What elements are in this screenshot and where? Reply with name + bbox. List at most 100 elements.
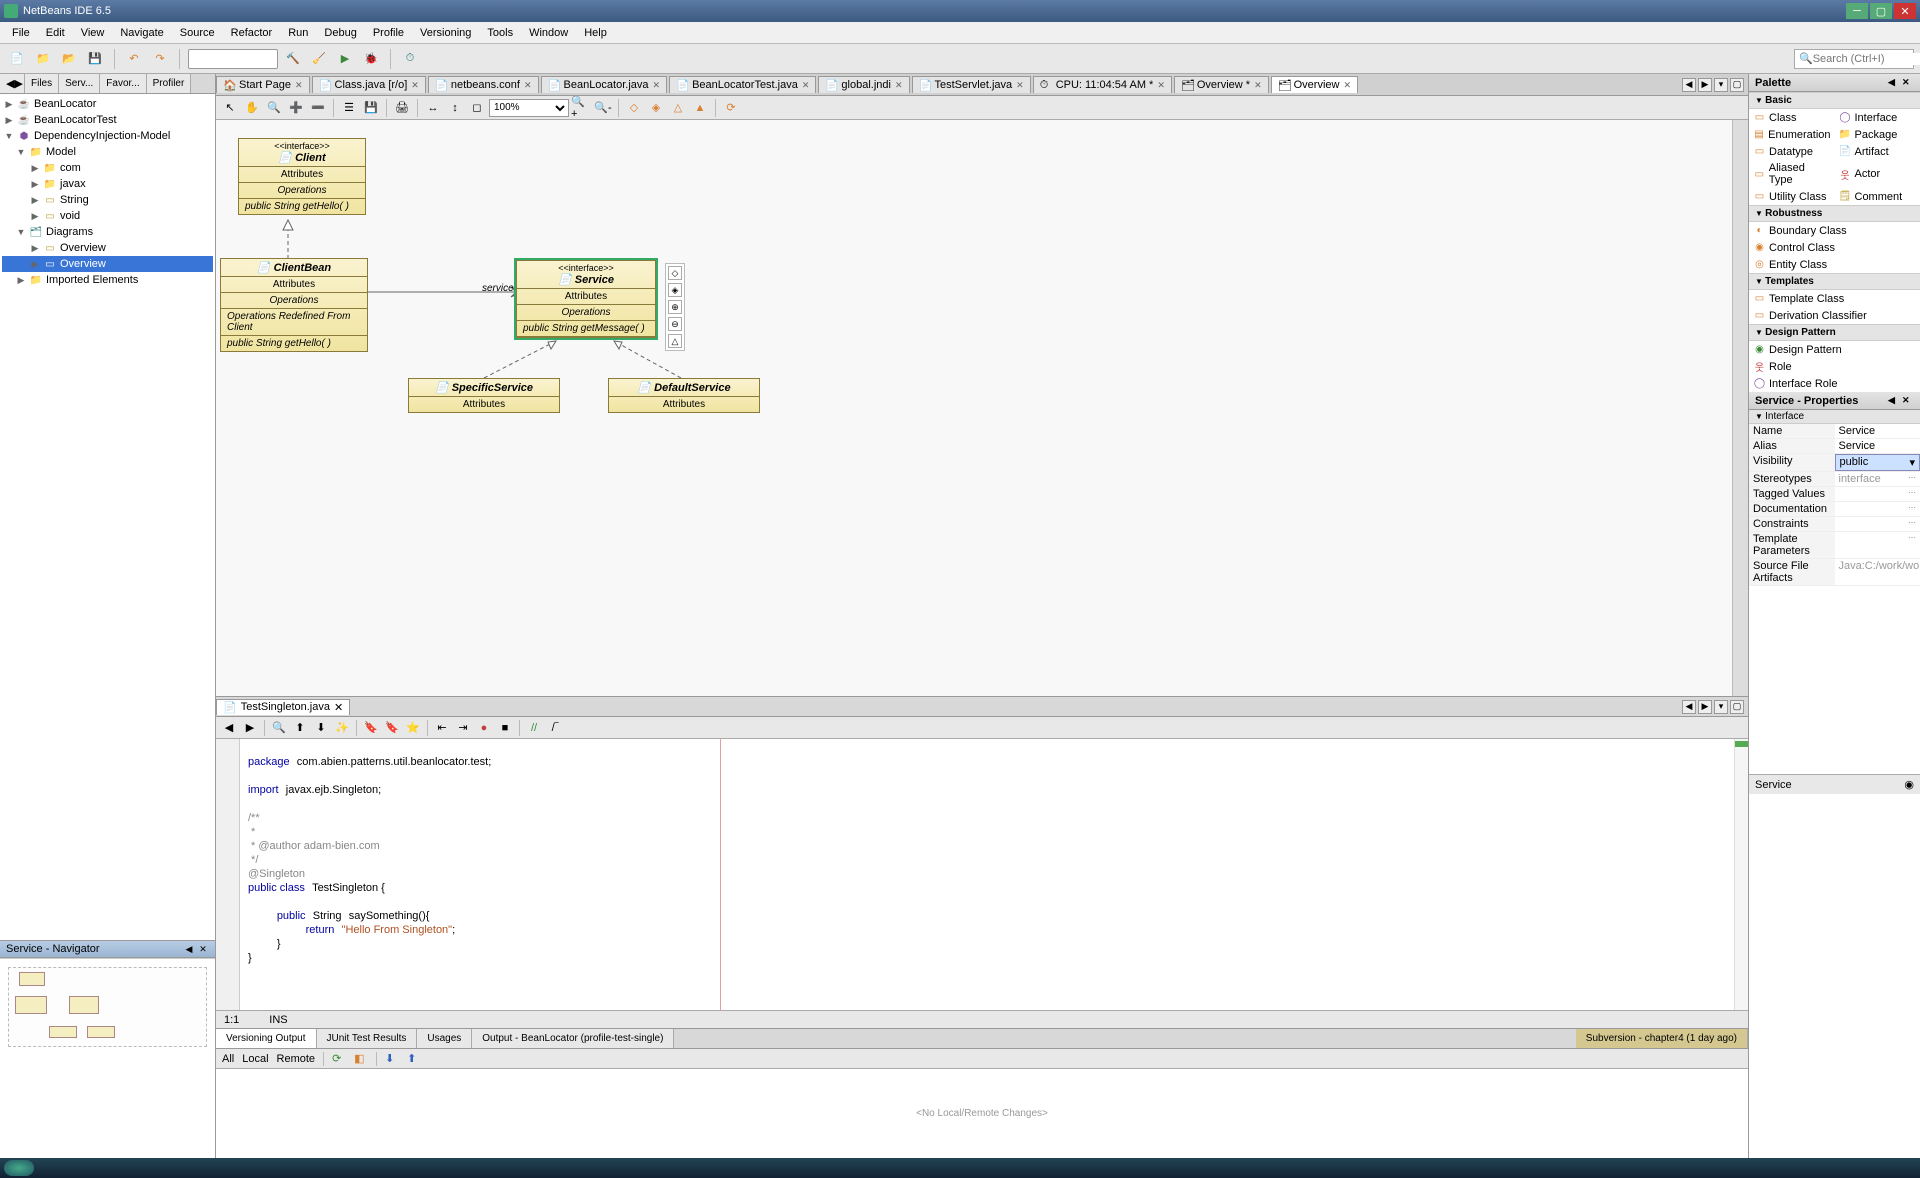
- new-file-button[interactable]: 📄: [6, 48, 28, 70]
- uml-clientbean[interactable]: 📄 ClientBean Attributes Operations Opera…: [220, 258, 368, 352]
- output-tab-usages[interactable]: Usages: [417, 1029, 472, 1048]
- tree-node-overview1[interactable]: ▶▭Overview: [2, 240, 213, 256]
- prop-documentation-value[interactable]: ⋯: [1835, 502, 1920, 516]
- close-icon[interactable]: ✕: [1254, 80, 1262, 91]
- start-button[interactable]: [4, 1160, 34, 1176]
- filter-all[interactable]: All: [222, 1053, 234, 1065]
- code-editor[interactable]: package com.abien.patterns.util.beanloca…: [216, 739, 1748, 1010]
- prop-alias-value[interactable]: Service: [1835, 439, 1920, 453]
- handle-icon[interactable]: △: [668, 334, 682, 348]
- prop-template-params-value[interactable]: ⋯: [1835, 532, 1920, 558]
- palette-item-artifact[interactable]: 📄Artifact: [1835, 143, 1920, 160]
- palette-item-interface[interactable]: ◯Interface: [1835, 109, 1920, 126]
- navigator-thumbnail[interactable]: [0, 958, 215, 1158]
- prev-bookmark-button[interactable]: 🔖: [362, 719, 380, 737]
- zoom-plus-button[interactable]: 🔍+: [571, 98, 591, 118]
- palette-minimize-icon[interactable]: ◀: [1888, 77, 1900, 89]
- zoom-minus-button[interactable]: 🔍-: [593, 98, 613, 118]
- fit-page-button[interactable]: ◻: [467, 98, 487, 118]
- uml-defaultservice[interactable]: 📄 DefaultService Attributes: [608, 378, 760, 413]
- close-icon[interactable]: ✕: [411, 80, 419, 91]
- diagram-canvas-area[interactable]: <<interface>>📄 Client Attributes Operati…: [216, 120, 1748, 696]
- build-button[interactable]: 🔨: [282, 48, 304, 70]
- macro-rec-button[interactable]: ●: [475, 719, 493, 737]
- fit-height-button[interactable]: ↕: [445, 98, 465, 118]
- uml-selection-handles[interactable]: ◇ ◈ ⊕ ⊖ △: [665, 263, 685, 351]
- windows-taskbar[interactable]: [0, 1158, 1920, 1178]
- find-sel-button[interactable]: 🔍: [270, 719, 288, 737]
- tab-cpu[interactable]: ⏱CPU: 11:04:54 AM *✕: [1033, 76, 1172, 93]
- palette-item-template-class[interactable]: ▭Template Class: [1749, 290, 1920, 307]
- tree-node-di-model[interactable]: ▼⬢DependencyInjection-Model: [2, 128, 213, 144]
- next-bookmark-button[interactable]: 🔖: [383, 719, 401, 737]
- find-prev-button[interactable]: ⬆: [291, 719, 309, 737]
- relation-btn-3[interactable]: △: [668, 98, 688, 118]
- tree-node-beanlocator[interactable]: ▶☕BeanLocator: [2, 96, 213, 112]
- menu-versioning[interactable]: Versioning: [412, 25, 479, 41]
- palette-item-design-pattern[interactable]: ◉Design Pattern: [1749, 341, 1920, 358]
- close-icon[interactable]: ✕: [295, 80, 303, 91]
- profile-button[interactable]: ⏱: [399, 48, 421, 70]
- debug-button[interactable]: 🐞: [360, 48, 382, 70]
- save-all-button[interactable]: 💾: [84, 48, 106, 70]
- uml-client[interactable]: <<interface>>📄 Client Attributes Operati…: [238, 138, 366, 215]
- handle-icon[interactable]: ◈: [668, 283, 682, 297]
- favorites-tab[interactable]: Favor...: [100, 74, 146, 93]
- output-tab-subversion[interactable]: Subversion - chapter4 (1 day ago): [1576, 1029, 1748, 1048]
- palette-item-interface-role[interactable]: ◯Interface Role: [1749, 375, 1920, 392]
- zoom-out-button[interactable]: ➖: [308, 98, 328, 118]
- sync-button[interactable]: ⟳: [721, 98, 741, 118]
- menu-file[interactable]: File: [4, 25, 38, 41]
- palette-item-role[interactable]: 웃Role: [1749, 358, 1920, 375]
- palette-body[interactable]: Basic ▭Class ◯Interface ▤Enumeration 📁Pa…: [1749, 92, 1920, 392]
- close-icon[interactable]: ✕: [802, 80, 810, 91]
- select-tool-button[interactable]: ↖: [220, 98, 240, 118]
- shift-right-button[interactable]: ⇥: [454, 719, 472, 737]
- palette-item-package[interactable]: 📁Package: [1835, 126, 1920, 143]
- update-icon[interactable]: ⬇: [385, 1052, 399, 1066]
- quick-search[interactable]: 🔍: [1794, 49, 1914, 69]
- close-button[interactable]: ✕: [1894, 3, 1916, 19]
- tab-testservlet[interactable]: 📄TestServlet.java✕: [912, 76, 1031, 93]
- undo-button[interactable]: ↶: [123, 48, 145, 70]
- tree-node-imported[interactable]: ▶📁Imported Elements: [2, 272, 213, 288]
- toggle-bookmark-button[interactable]: ⭐: [404, 719, 422, 737]
- code-tab-scroll-right[interactable]: ▶: [1698, 700, 1712, 714]
- output-tab-junit[interactable]: JUnit Test Results: [317, 1029, 418, 1048]
- print-button[interactable]: 🖨: [392, 98, 412, 118]
- error-stripe[interactable]: [1734, 739, 1748, 1010]
- close-icon[interactable]: ✕: [653, 80, 661, 91]
- pan-tool-button[interactable]: ✋: [242, 98, 262, 118]
- run-config-dropdown[interactable]: [188, 49, 278, 69]
- palette-item-actor[interactable]: 웃Actor: [1835, 160, 1920, 188]
- tab-list-button[interactable]: ▾: [1714, 78, 1728, 92]
- zoom-selector[interactable]: 100%: [489, 99, 569, 117]
- filter-local[interactable]: Local: [242, 1053, 268, 1065]
- services-tab[interactable]: Serv...: [59, 74, 100, 93]
- close-icon[interactable]: ✕: [1016, 80, 1024, 91]
- close-icon[interactable]: ✕: [334, 701, 343, 714]
- history-fwd-button[interactable]: ▶: [241, 719, 259, 737]
- commit-icon[interactable]: ⬆: [407, 1052, 421, 1066]
- palette-item-datatype[interactable]: ▭Datatype: [1749, 143, 1835, 160]
- palette-item-entity[interactable]: ◎Entity Class: [1749, 256, 1920, 273]
- handle-icon[interactable]: ⊖: [668, 317, 682, 331]
- tab-maximize-button[interactable]: ▢: [1730, 78, 1744, 92]
- tab-global-jndi[interactable]: 📄global.jndi✕: [818, 76, 909, 93]
- close-icon[interactable]: ✕: [524, 80, 532, 91]
- tree-node-overview2[interactable]: ▶▭Overview: [2, 256, 213, 272]
- layout-button[interactable]: ☰: [339, 98, 359, 118]
- menu-navigate[interactable]: Navigate: [112, 25, 171, 41]
- close-icon[interactable]: ✕: [895, 80, 903, 91]
- palette-item-comment[interactable]: 🗒Comment: [1835, 188, 1920, 205]
- output-tab-versioning[interactable]: Versioning Output: [216, 1029, 317, 1048]
- prop-source-file-value[interactable]: Java:C:/work/works: [1835, 559, 1920, 585]
- sync-icon[interactable]: ◉: [1904, 778, 1914, 791]
- palette-cat-basic[interactable]: Basic: [1749, 92, 1920, 109]
- tree-node-string[interactable]: ▶▭String: [2, 192, 213, 208]
- navigator-minimize-icon[interactable]: ◀: [183, 943, 195, 955]
- filter-remote[interactable]: Remote: [277, 1053, 316, 1065]
- profiler-tab[interactable]: Profiler: [147, 74, 192, 93]
- tab-startpage[interactable]: 🏠Start Page✕: [216, 76, 310, 93]
- comment-button[interactable]: //: [525, 719, 543, 737]
